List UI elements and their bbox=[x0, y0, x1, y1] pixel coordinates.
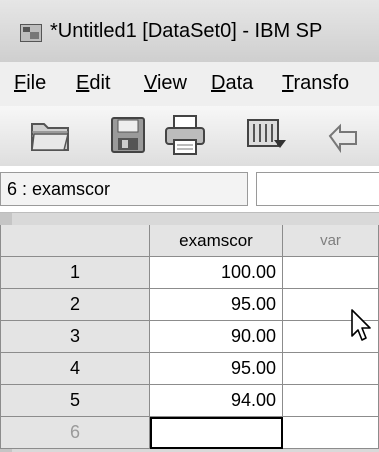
cell-var[interactable] bbox=[283, 353, 379, 385]
table-row: 5 94.00 bbox=[0, 385, 379, 417]
grid-header-row: examscor var bbox=[0, 225, 379, 257]
menu-file[interactable]: File bbox=[14, 72, 46, 95]
cell-var[interactable] bbox=[283, 385, 379, 417]
undo-icon[interactable] bbox=[322, 114, 368, 156]
cell-reference-field[interactable]: 6 : examscor bbox=[0, 172, 248, 206]
table-row: 2 95.00 bbox=[0, 289, 379, 321]
row-header[interactable]: 6 bbox=[0, 417, 150, 449]
title-bar[interactable]: *Untitled1 [DataSet0] - IBM SP bbox=[0, 0, 379, 63]
cell-examscor[interactable]: 94.00 bbox=[150, 385, 283, 417]
table-row: 6 bbox=[0, 417, 379, 449]
cell-var[interactable] bbox=[283, 417, 379, 449]
grid-corner[interactable] bbox=[0, 225, 150, 257]
app-icon bbox=[20, 24, 42, 42]
cell-examscor[interactable]: 90.00 bbox=[150, 321, 283, 353]
cell-reference-bar: 6 : examscor bbox=[0, 166, 379, 213]
cell-examscor[interactable]: 100.00 bbox=[150, 257, 283, 289]
open-folder-icon[interactable] bbox=[28, 114, 74, 156]
menu-edit[interactable]: Edit bbox=[76, 72, 110, 95]
active-cell-examscor[interactable] bbox=[150, 417, 283, 449]
row-header[interactable]: 1 bbox=[0, 257, 150, 289]
cell-examscor[interactable]: 95.00 bbox=[150, 289, 283, 321]
menu-bar: File Edit View Data Transfo bbox=[0, 62, 379, 107]
column-header-examscor[interactable]: examscor bbox=[150, 225, 283, 257]
row-header[interactable]: 2 bbox=[0, 289, 150, 321]
cell-examscor[interactable]: 95.00 bbox=[150, 353, 283, 385]
dialog-recall-icon[interactable] bbox=[242, 114, 288, 156]
row-header[interactable]: 3 bbox=[0, 321, 150, 353]
mouse-pointer-icon bbox=[351, 309, 371, 341]
cell-editor-field[interactable] bbox=[256, 172, 379, 206]
table-row: 4 95.00 bbox=[0, 353, 379, 385]
table-row: 3 90.00 bbox=[0, 321, 379, 353]
cell-var[interactable] bbox=[283, 257, 379, 289]
print-icon[interactable] bbox=[162, 114, 208, 156]
menu-view[interactable]: View bbox=[144, 72, 187, 95]
menu-transform[interactable]: Transfo bbox=[282, 72, 349, 95]
column-header-var[interactable]: var bbox=[283, 225, 379, 257]
window-title: *Untitled1 [DataSet0] - IBM SP bbox=[50, 20, 323, 42]
table-row: 1 100.00 bbox=[0, 257, 379, 289]
save-icon[interactable] bbox=[104, 114, 150, 156]
row-header[interactable]: 5 bbox=[0, 385, 150, 417]
row-header[interactable]: 4 bbox=[0, 353, 150, 385]
toolbar bbox=[0, 106, 379, 167]
menu-data[interactable]: Data bbox=[211, 72, 253, 95]
